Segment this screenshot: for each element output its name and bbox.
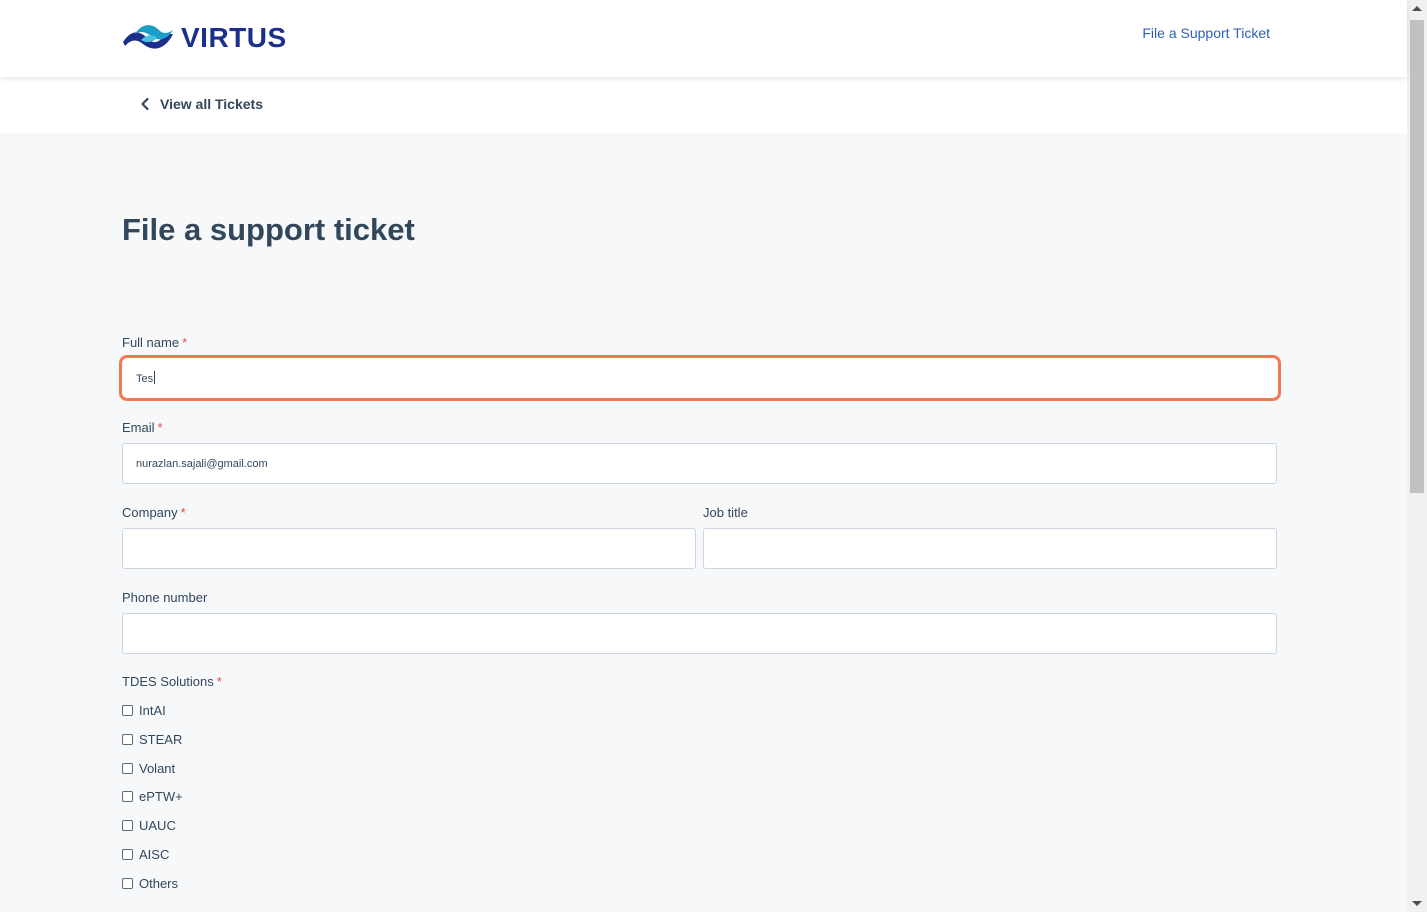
email-label: Email * xyxy=(122,420,163,436)
logo[interactable]: VIRTUS xyxy=(121,20,287,56)
checkbox[interactable] xyxy=(122,849,133,860)
text-caret xyxy=(154,371,156,384)
email-input[interactable] xyxy=(122,443,1277,484)
checkbox[interactable] xyxy=(122,763,133,774)
job-title-input[interactable] xyxy=(703,528,1277,569)
job-title-label-text: Job title xyxy=(703,505,748,520)
checkbox-label: Volant xyxy=(139,761,176,776)
checkbox-label: IntAI xyxy=(139,703,166,718)
tdes-solutions-label: TDES Solutions * xyxy=(122,674,222,690)
checkbox[interactable] xyxy=(122,820,133,831)
checkbox-label: ePTW+ xyxy=(139,789,183,804)
phone-label: Phone number xyxy=(122,590,207,606)
view-all-tickets-link[interactable]: View all Tickets xyxy=(138,96,263,112)
checkbox-label: AISC xyxy=(139,847,170,862)
checkbox-option-volant[interactable]: Volant xyxy=(122,761,175,776)
checkbox-option-aisc[interactable]: AISC xyxy=(122,847,169,862)
job-title-label: Job title xyxy=(703,505,748,521)
phone-input[interactable] xyxy=(122,613,1277,654)
email-label-text: Email xyxy=(122,420,155,435)
required-marker: * xyxy=(182,335,188,350)
checkbox-option-others[interactable]: Others xyxy=(122,876,178,891)
full-name-label: Full name * xyxy=(122,335,187,351)
virtus-logo-icon xyxy=(123,25,173,49)
page-title: File a support ticket xyxy=(122,212,415,247)
chevron-left-icon xyxy=(141,97,149,111)
checkbox-label: Others xyxy=(139,876,179,891)
company-label-text: Company xyxy=(122,505,178,520)
full-name-value-text: Tes xyxy=(136,373,154,385)
full-name-input[interactable] xyxy=(119,355,1281,401)
company-label: Company * xyxy=(122,505,186,521)
required-marker: * xyxy=(180,505,186,520)
full-name-value: Tes xyxy=(136,371,156,386)
scroll-thumb[interactable] xyxy=(1410,20,1424,493)
vertical-scrollbar[interactable] xyxy=(1407,0,1427,912)
checkbox[interactable] xyxy=(122,705,133,716)
full-name-label-text: Full name xyxy=(122,335,180,350)
checkbox-option-intai[interactable]: IntAI xyxy=(122,703,166,718)
checkbox[interactable] xyxy=(122,878,133,889)
page: VIRTUS File a Support Ticket View all Ti… xyxy=(0,0,1427,912)
checkbox-label: STEAR xyxy=(139,732,183,747)
file-support-ticket-link[interactable]: File a Support Ticket xyxy=(1142,24,1270,42)
required-marker: * xyxy=(216,674,222,689)
company-input[interactable] xyxy=(122,528,696,569)
checkbox-option-stear[interactable]: STEAR xyxy=(122,732,182,747)
checkbox-label: UAUC xyxy=(139,818,176,833)
sub-navigation: View all Tickets xyxy=(0,77,1407,133)
checkbox[interactable] xyxy=(122,734,133,745)
checkbox-option-uauc[interactable]: UAUC xyxy=(122,818,176,833)
phone-label-text: Phone number xyxy=(122,590,208,605)
required-marker: * xyxy=(157,420,163,435)
site-header: VIRTUS File a Support Ticket xyxy=(0,0,1407,77)
checkbox-option-eptw[interactable]: ePTW+ xyxy=(122,789,183,804)
scroll-up-icon[interactable] xyxy=(1412,6,1422,11)
scroll-down-icon[interactable] xyxy=(1412,901,1422,906)
view-all-tickets-label: View all Tickets xyxy=(160,96,263,112)
brand-name: VIRTUS xyxy=(181,22,287,53)
tdes-solutions-label-text: TDES Solutions xyxy=(122,674,214,689)
checkbox[interactable] xyxy=(122,791,133,802)
